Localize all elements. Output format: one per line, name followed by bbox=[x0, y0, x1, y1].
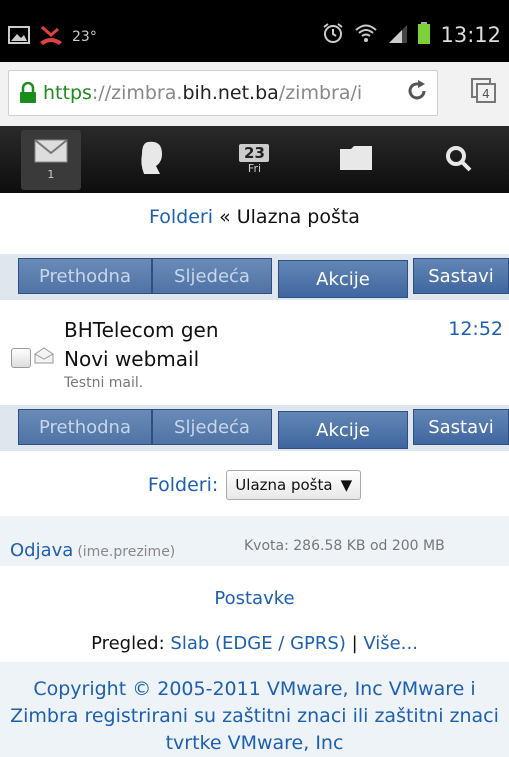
actions-button[interactable]: Akcije bbox=[278, 260, 408, 298]
tabs-button[interactable]: 4 bbox=[471, 78, 497, 104]
url-field[interactable]: https://zimbra.bih.net.ba/zimbra/i bbox=[8, 70, 438, 116]
folder-icon bbox=[339, 145, 373, 175]
nav-folders[interactable] bbox=[326, 130, 386, 190]
view-mode-link[interactable]: Slab (EDGE / GPRS) bbox=[170, 633, 345, 654]
status-bar: 23° 13:12 bbox=[0, 0, 509, 62]
app-nav: 1 23 Fri bbox=[0, 126, 509, 193]
alarm-icon bbox=[322, 22, 344, 48]
nav-contacts[interactable] bbox=[123, 130, 183, 190]
toolbar-top: Prethodna Sljedeća Akcije Sastavi bbox=[0, 254, 509, 300]
nav-calendar[interactable]: 23 Fri bbox=[224, 130, 284, 190]
copyright-text: Copyright © 2005-2011 VMware, Inc VMware… bbox=[0, 662, 509, 757]
folder-dropdown-value: Ulazna pošta bbox=[235, 476, 333, 494]
breadcrumb-separator: « bbox=[213, 206, 237, 228]
breadcrumb-folders-link[interactable]: Folderi bbox=[149, 206, 213, 228]
mail-count: 1 bbox=[47, 167, 55, 181]
message-fragment: Testni mail. bbox=[64, 375, 144, 391]
compose-button-bottom[interactable]: Sastavi bbox=[413, 409, 509, 445]
account-bar: Odjava (ime.prezime) Kvota: 286.58 KB od … bbox=[0, 516, 509, 566]
mail-icon bbox=[34, 138, 68, 167]
view-mode-row: Pregled: Slab (EDGE / GPRS) | Više... bbox=[0, 633, 509, 654]
list-item[interactable]: BHTelecom gen 12:52 Novi webmail Testni … bbox=[0, 316, 509, 398]
calendar-day: Fri bbox=[247, 162, 262, 175]
reload-icon[interactable] bbox=[405, 79, 429, 107]
next-button[interactable]: Sljedeća bbox=[152, 258, 272, 294]
folders-label[interactable]: Folderi: bbox=[148, 474, 218, 496]
message-time: 12:52 bbox=[448, 318, 503, 340]
folder-selector: Folderi: Ulazna pošta ▼ bbox=[0, 470, 509, 500]
message-checkbox[interactable] bbox=[11, 348, 31, 368]
username: (ime.prezime) bbox=[77, 544, 176, 560]
prev-button-bottom[interactable]: Prethodna bbox=[18, 409, 152, 445]
browser-toolbar: https://zimbra.bih.net.ba/zimbra/i 4 bbox=[0, 62, 509, 127]
envelope-icon bbox=[33, 346, 55, 368]
actions-button-bottom[interactable]: Akcije bbox=[278, 411, 408, 449]
settings-row: Postavke bbox=[0, 588, 509, 609]
settings-link[interactable]: Postavke bbox=[214, 588, 294, 609]
calendar-icon: 23 bbox=[239, 144, 270, 162]
toolbar-bottom: Prethodna Sljedeća Akcije Sastavi bbox=[0, 405, 509, 451]
message-subject: Novi webmail bbox=[64, 347, 200, 371]
quota-text: Kvota: 286.58 KB od 200 MB bbox=[244, 538, 445, 554]
nav-mail[interactable]: 1 bbox=[20, 129, 81, 190]
dropdown-arrow-icon: ▼ bbox=[340, 476, 353, 494]
image-icon bbox=[8, 25, 30, 49]
compose-button[interactable]: Sastavi bbox=[413, 258, 509, 294]
view-label: Pregled: bbox=[91, 633, 171, 654]
logout-area: Odjava (ime.prezime) bbox=[10, 540, 175, 561]
contact-icon bbox=[138, 140, 168, 180]
view-more-link[interactable]: Više... bbox=[363, 633, 418, 654]
missed-call-icon bbox=[38, 24, 64, 50]
battery-icon bbox=[418, 22, 431, 48]
clock: 13:12 bbox=[440, 23, 501, 47]
url-text: https://zimbra.bih.net.ba/zimbra/i bbox=[43, 82, 363, 104]
breadcrumb: Folderi « Ulazna pošta bbox=[0, 206, 509, 228]
breadcrumb-current: Ulazna pošta bbox=[236, 206, 360, 228]
prev-button[interactable]: Prethodna bbox=[18, 258, 152, 294]
message-sender: BHTelecom gen bbox=[64, 318, 219, 342]
search-icon bbox=[444, 144, 472, 176]
next-button-bottom[interactable]: Sljedeća bbox=[152, 409, 272, 445]
logout-link[interactable]: Odjava bbox=[10, 540, 73, 561]
nav-search[interactable] bbox=[428, 130, 488, 190]
signal-icon bbox=[388, 22, 408, 48]
wifi-icon bbox=[354, 22, 378, 48]
view-separator: | bbox=[345, 633, 364, 654]
temperature: 23° bbox=[72, 29, 97, 45]
tab-count: 4 bbox=[482, 87, 490, 101]
lock-icon bbox=[19, 82, 37, 104]
folder-dropdown[interactable]: Ulazna pošta ▼ bbox=[226, 470, 362, 500]
